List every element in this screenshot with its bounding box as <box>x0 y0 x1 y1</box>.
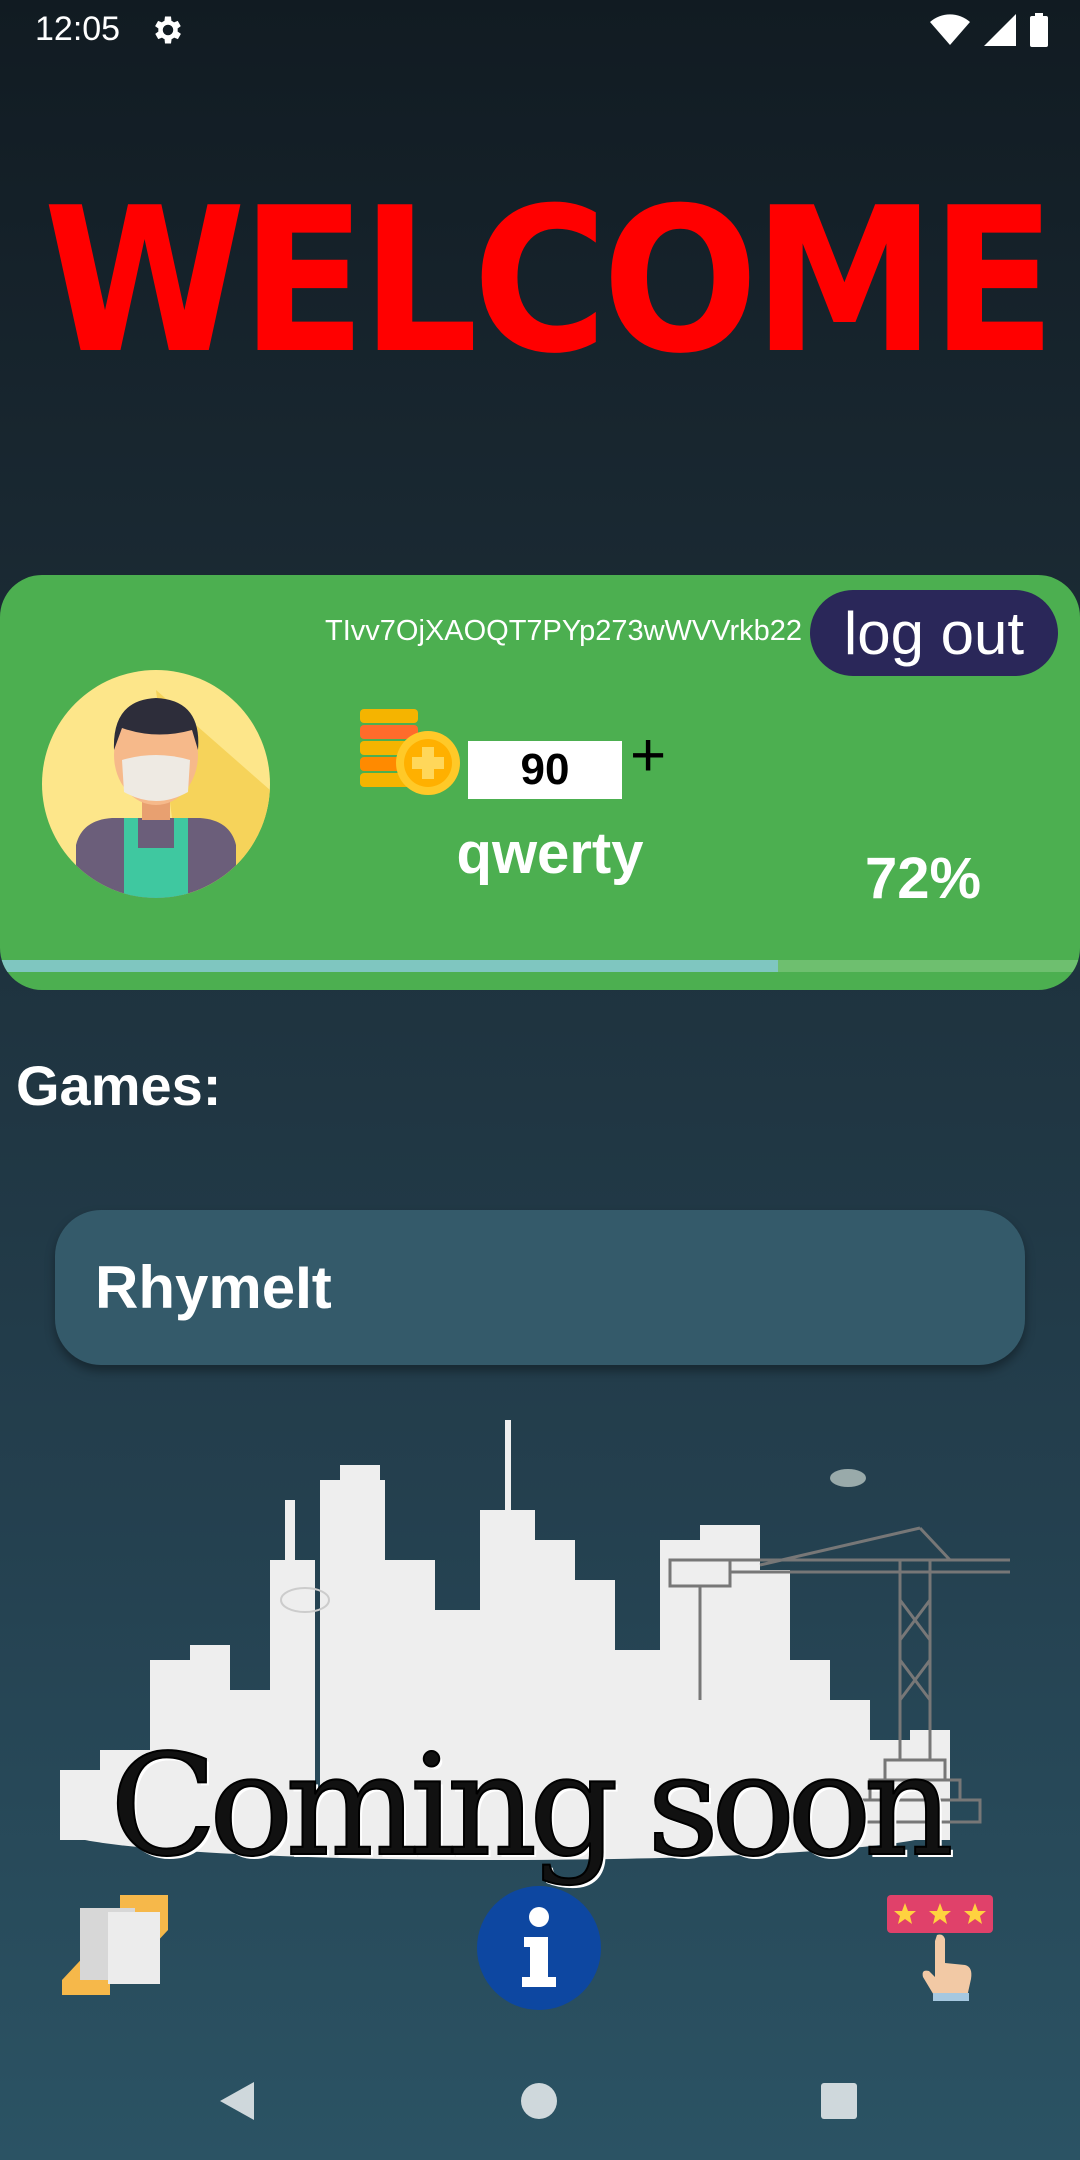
coins-icon <box>360 709 460 795</box>
wifi-icon <box>930 14 970 45</box>
nav-recents-icon[interactable] <box>820 2082 858 2120</box>
add-coins-button[interactable]: + <box>630 725 666 787</box>
profile-card: TIvv7OjXAOQT7PYp273wWVVrkb22 log out 90 … <box>0 575 1080 990</box>
welcome-title: WELCOME <box>43 165 1056 398</box>
logout-button[interactable]: log out <box>810 590 1058 676</box>
info-icon[interactable] <box>476 1885 602 2011</box>
progress-percent-label: 72% <box>865 846 982 911</box>
game-card-rhymeit[interactable]: RhymeIt <box>55 1210 1025 1365</box>
cell-signal-icon <box>984 14 1016 46</box>
user-id-text: TIvv7OjXAOQT7PYp273wWVVrkb22 <box>325 615 803 647</box>
level-progress-fill <box>0 960 778 972</box>
status-bar: 12:05 <box>0 0 1080 60</box>
rate-stars-icon[interactable] <box>885 1893 995 2003</box>
share-hands-icon[interactable] <box>60 1890 170 2000</box>
nav-home-icon[interactable] <box>520 2082 558 2120</box>
game-title: RhymeIt <box>95 1254 332 1321</box>
coming-soon-text: Coming soon <box>109 1724 955 1889</box>
settings-gear-icon <box>155 16 181 44</box>
battery-icon <box>1030 13 1048 47</box>
username-label: qwerty <box>456 821 644 886</box>
level-progress-bar <box>0 960 1080 972</box>
system-nav-bar <box>0 2040 1080 2160</box>
avatar <box>42 670 270 898</box>
status-time: 12:05 <box>35 10 121 48</box>
coin-balance: 90 <box>468 741 622 799</box>
nav-back-icon[interactable] <box>218 2080 256 2122</box>
games-heading: Games: <box>16 1054 222 1117</box>
